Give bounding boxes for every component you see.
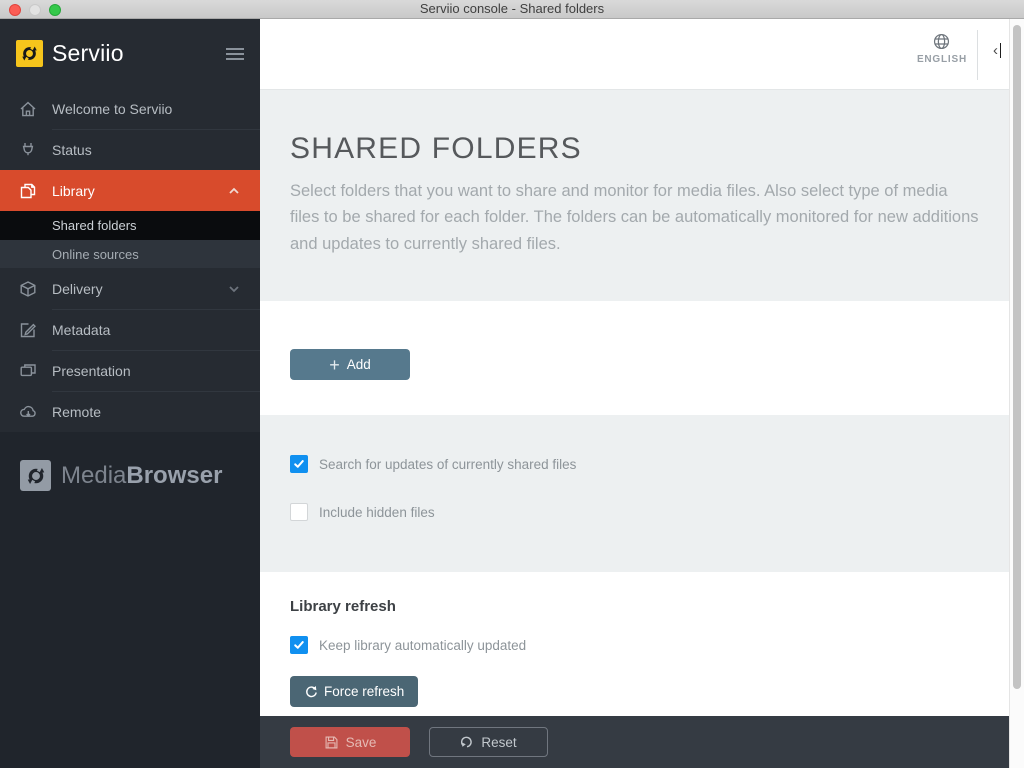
sidebar-item-label: Library	[52, 183, 95, 199]
sidebar: Serviio Welcome to Serviio Status	[0, 19, 260, 768]
library-refresh-heading: Library refresh	[290, 598, 396, 615]
library-refresh-section: Library refresh Keep library automatical…	[260, 572, 1009, 716]
checkmark-icon	[293, 639, 305, 651]
collapse-caret-icon: ‹	[993, 43, 998, 58]
divider	[52, 350, 260, 351]
folders-section: + Add	[260, 301, 1009, 415]
minimize-window-button[interactable]	[29, 4, 41, 16]
sidebar-item-welcome[interactable]: Welcome to Serviio	[0, 88, 260, 129]
sidebar-item-delivery[interactable]: Delivery	[0, 268, 260, 309]
home-icon	[18, 99, 38, 119]
chevron-up-icon	[226, 183, 242, 199]
app-window: Serviio Welcome to Serviio Status	[0, 19, 1024, 768]
library-icon	[18, 181, 38, 201]
sidebar-subitem-online-sources[interactable]: Online sources	[0, 240, 260, 268]
option-row-auto-update: Keep library automatically updated	[290, 636, 526, 654]
window-title: Serviio console - Shared folders	[0, 0, 1024, 18]
chevron-down-icon	[226, 281, 242, 297]
add-button-label: Add	[347, 357, 371, 372]
sync-arrows-icon	[19, 43, 40, 64]
collapse-bar-icon	[1000, 43, 1001, 58]
sidebar-item-metadata[interactable]: Metadata	[0, 309, 260, 350]
scrollbar-track[interactable]	[1009, 19, 1024, 768]
divider	[52, 129, 260, 130]
reset-button-label: Reset	[481, 735, 516, 750]
mediabrowser-mark-icon	[20, 460, 51, 491]
zoom-window-button[interactable]	[49, 4, 61, 16]
sidebar-subitem-shared-folders[interactable]: Shared folders	[0, 211, 260, 240]
sidebar-item-label: Metadata	[52, 322, 110, 338]
sidebar-menu: Welcome to Serviio Status Library	[0, 88, 260, 432]
action-bar: Save Reset	[260, 716, 1009, 768]
globe-icon	[932, 32, 951, 51]
add-folder-button[interactable]: + Add	[290, 349, 410, 380]
sidebar-item-label: Welcome to Serviio	[52, 101, 172, 117]
checkbox-label: Search for updates of currently shared f…	[319, 457, 576, 472]
brand-name: Serviio	[52, 40, 124, 67]
include-hidden-files-checkbox[interactable]	[290, 503, 308, 521]
sidebar-subitem-label: Online sources	[52, 247, 139, 262]
save-button-label: Save	[346, 735, 377, 750]
update-options-section: Search for updates of currently shared f…	[260, 415, 1009, 572]
page-header-section: SHARED FOLDERS Select folders that you w…	[260, 90, 1009, 301]
menu-toggle-icon[interactable]	[226, 44, 244, 64]
delivery-icon	[18, 279, 38, 299]
save-floppy-icon	[324, 735, 339, 750]
checkmark-icon	[293, 458, 305, 470]
save-button[interactable]: Save	[290, 727, 410, 757]
sidebar-item-status[interactable]: Status	[0, 129, 260, 170]
divider	[52, 309, 260, 310]
remote-cloud-icon	[18, 402, 38, 422]
language-selector[interactable]: ENGLISH	[917, 32, 967, 65]
force-refresh-button[interactable]: Force refresh	[290, 676, 418, 707]
collapse-panel-button[interactable]: ‹	[993, 43, 1001, 58]
search-updates-checkbox[interactable]	[290, 455, 308, 473]
content-area: ENGLISH ‹ SHARED FOLDERS Select folders …	[260, 19, 1024, 768]
topbar-divider	[977, 30, 978, 80]
mediabrowser-text-media: Media	[61, 462, 126, 489]
page-description: Select folders that you want to share an…	[290, 178, 979, 257]
keep-library-updated-checkbox[interactable]	[290, 636, 308, 654]
sidebar-item-remote[interactable]: Remote	[0, 391, 260, 432]
page-title: SHARED FOLDERS	[290, 134, 979, 164]
divider	[52, 391, 260, 392]
checkbox-label: Include hidden files	[319, 505, 435, 520]
metadata-icon	[18, 320, 38, 340]
language-label: ENGLISH	[917, 54, 967, 65]
sidebar-footer: MediaBrowser	[0, 432, 260, 768]
sidebar-item-library[interactable]: Library	[0, 170, 260, 211]
sidebar-item-label: Presentation	[52, 363, 131, 379]
sidebar-header: Serviio	[0, 19, 260, 88]
sidebar-subitem-label: Shared folders	[52, 218, 137, 233]
force-refresh-label: Force refresh	[324, 684, 404, 699]
mediabrowser-text-browser: Browser	[126, 462, 222, 489]
mediabrowser-wordmark: MediaBrowser	[61, 462, 222, 490]
plus-icon: +	[329, 356, 340, 374]
content-topbar: ENGLISH ‹	[260, 19, 1009, 90]
sidebar-item-label: Status	[52, 142, 92, 158]
checkbox-label: Keep library automatically updated	[319, 638, 526, 653]
sidebar-item-presentation[interactable]: Presentation	[0, 350, 260, 391]
option-row-search-updates: Search for updates of currently shared f…	[290, 455, 576, 473]
scrollbar-thumb[interactable]	[1013, 25, 1021, 689]
presentation-icon	[18, 361, 38, 381]
sidebar-item-label: Delivery	[52, 281, 103, 297]
close-window-button[interactable]	[9, 4, 21, 16]
refresh-icon	[304, 685, 318, 699]
plug-icon	[18, 140, 38, 160]
reset-button[interactable]: Reset	[429, 727, 548, 757]
serviio-logo	[16, 40, 43, 67]
sidebar-item-label: Remote	[52, 404, 101, 420]
reset-arrow-icon	[460, 735, 474, 749]
option-row-hidden-files: Include hidden files	[290, 503, 435, 521]
mediabrowser-logo: MediaBrowser	[20, 460, 240, 491]
window-titlebar: Serviio console - Shared folders	[0, 0, 1024, 19]
traffic-lights	[9, 4, 61, 16]
